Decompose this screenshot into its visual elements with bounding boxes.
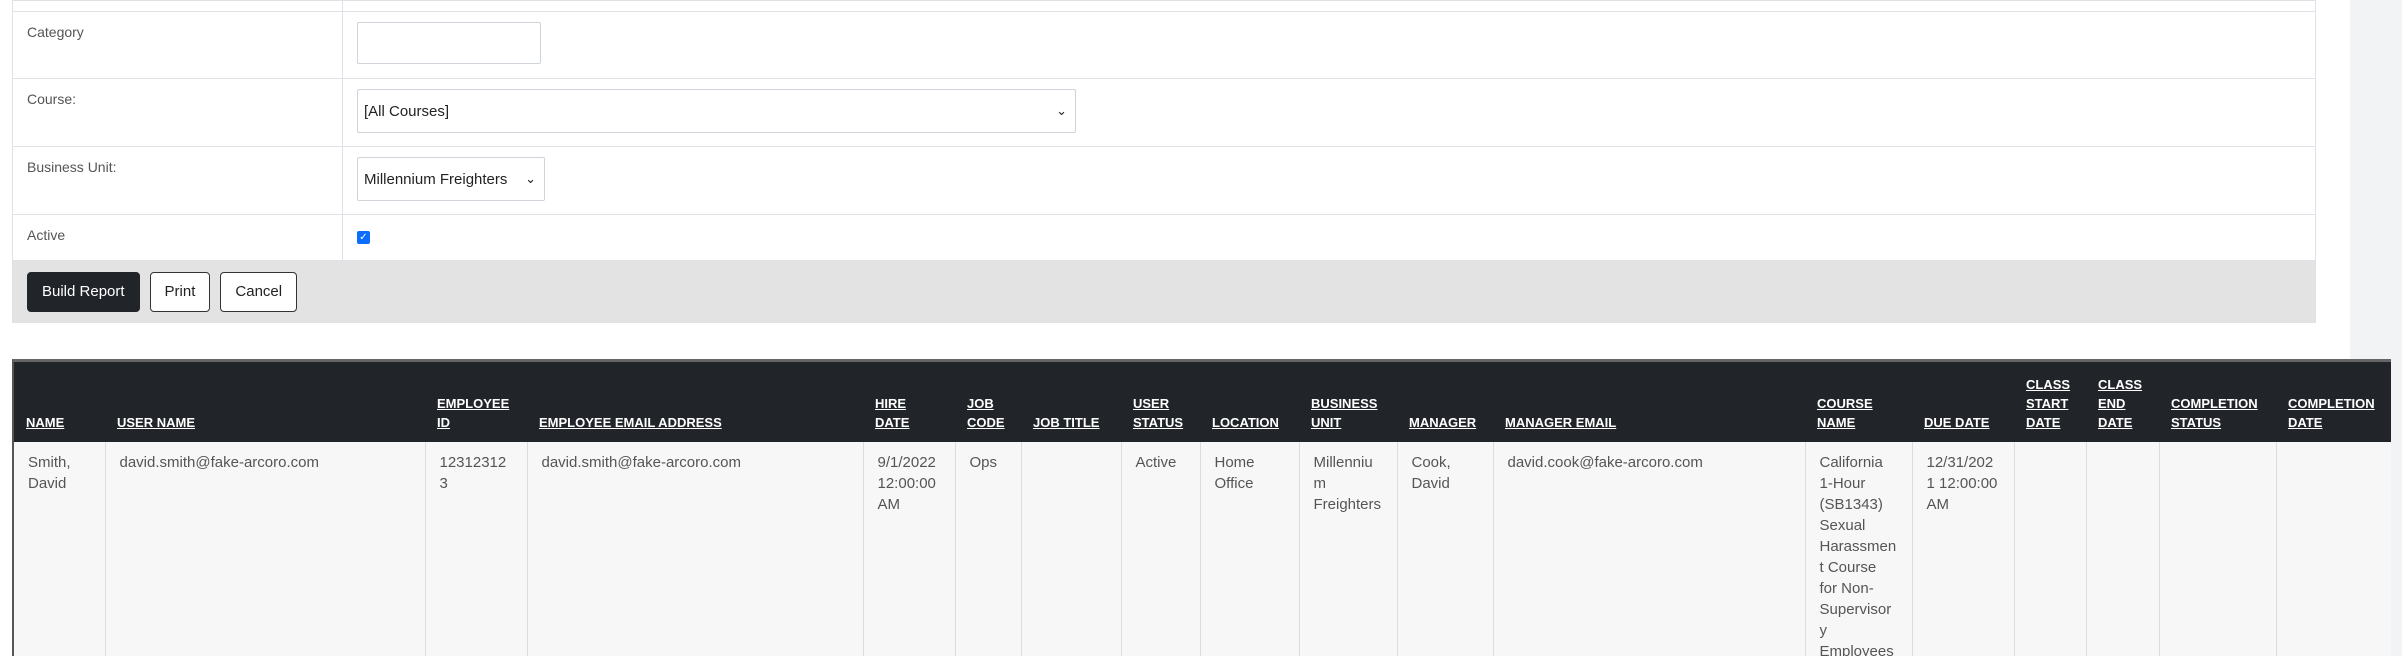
build-report-button[interactable]: Build Report: [27, 271, 140, 312]
col-header-name[interactable]: NAME: [14, 362, 105, 442]
button-bar: Build Report Print Cancel: [12, 261, 2316, 323]
col-header-manager[interactable]: MANAGER: [1397, 362, 1493, 442]
category-row: Category: [12, 12, 2316, 79]
business-unit-label: Business Unit:: [13, 147, 343, 214]
cell-user-name: david.smith@fake-arcoro.com: [105, 442, 426, 656]
print-button[interactable]: Print: [149, 271, 211, 312]
cell-course-name: California 1-Hour (SB1343) Sexual Harass…: [1805, 442, 1913, 656]
business-unit-row: Business Unit: Millennium Freighters ⌄: [12, 147, 2316, 215]
course-row: Course: [All Courses] ⌄: [12, 79, 2316, 147]
col-header-class-end-date[interactable]: CLASS END DATE: [2086, 362, 2159, 442]
table-row: Smith, David david.smith@fake-arcoro.com…: [14, 442, 2391, 656]
col-header-job-title[interactable]: JOB TITLE: [1021, 362, 1121, 442]
cancel-button[interactable]: Cancel: [220, 271, 298, 312]
col-header-completion-date[interactable]: COMPLETION DATE: [2276, 362, 2391, 442]
col-header-manager-email[interactable]: MANAGER EMAIL: [1493, 362, 1805, 442]
cell-due-date: 12/31/2021 12:00:00 AM: [1912, 442, 2015, 656]
active-checkbox[interactable]: ✓: [357, 231, 370, 244]
category-input[interactable]: [357, 22, 541, 64]
report-table-container: NAME USER NAME EMPLOYEE ID EMPLOYEE EMAI…: [12, 359, 2391, 656]
category-label: Category: [13, 12, 343, 78]
cell-manager-email: david.cook@fake-arcoro.com: [1493, 442, 1806, 656]
col-header-hire-date[interactable]: HIRE DATE: [863, 362, 955, 442]
cell-completion-status: [2159, 442, 2277, 656]
course-select[interactable]: [All Courses] ⌄: [357, 89, 1076, 133]
col-header-class-start-date[interactable]: CLASS START DATE: [2014, 362, 2086, 442]
course-label: Course:: [13, 79, 343, 146]
col-header-course-name[interactable]: COURSE NAME: [1805, 362, 1912, 442]
course-select-value: [All Courses]: [364, 102, 450, 120]
col-header-due-date[interactable]: DUE DATE: [1912, 362, 2014, 442]
cell-business-unit: Millennium Freighters: [1299, 442, 1398, 656]
col-header-employee-id[interactable]: EMPLOYEE ID: [425, 362, 527, 442]
chevron-down-icon: ⌄: [525, 171, 536, 186]
col-header-job-code[interactable]: JOB CODE: [955, 362, 1021, 442]
col-header-completion-status[interactable]: COMPLETION STATUS: [2159, 362, 2276, 442]
col-header-user-name[interactable]: USER NAME: [105, 362, 425, 442]
col-header-user-status[interactable]: USER STATUS: [1121, 362, 1200, 442]
report-filter-form: Category Course: [All Courses] ⌄ Busines…: [12, 0, 2316, 323]
cell-location: Home Office: [1200, 442, 1300, 656]
table-header-row: NAME USER NAME EMPLOYEE ID EMPLOYEE EMAI…: [14, 362, 2391, 442]
active-row: Active ✓: [12, 215, 2316, 261]
active-label: Active: [13, 215, 343, 260]
cell-employee-id: 123123123: [425, 442, 528, 656]
cell-manager: Cook, David: [1397, 442, 1494, 656]
cell-class-end-date: [2086, 442, 2160, 656]
cell-job-code: Ops: [955, 442, 1022, 656]
business-unit-select[interactable]: Millennium Freighters ⌄: [357, 157, 545, 201]
check-icon: ✓: [359, 232, 368, 243]
form-top-row: [12, 0, 2316, 12]
cell-hire-date: 9/1/2022 12:00:00 AM: [863, 442, 956, 656]
cell-completion-date: [2276, 442, 2391, 656]
cell-employee-email: david.smith@fake-arcoro.com: [527, 442, 864, 656]
col-header-location[interactable]: LOCATION: [1200, 362, 1299, 442]
col-header-employee-email[interactable]: EMPLOYEE EMAIL ADDRESS: [527, 362, 863, 442]
cell-user-status: Active: [1121, 442, 1201, 656]
report-table: NAME USER NAME EMPLOYEE ID EMPLOYEE EMAI…: [14, 362, 2391, 656]
cell-class-start-date: [2014, 442, 2087, 656]
cell-name: Smith, David: [14, 442, 106, 656]
col-header-business-unit[interactable]: BUSINESS UNIT: [1299, 362, 1397, 442]
business-unit-select-value: Millennium Freighters: [364, 170, 508, 188]
cell-job-title: [1021, 442, 1122, 656]
chevron-down-icon: ⌄: [1056, 103, 1067, 118]
